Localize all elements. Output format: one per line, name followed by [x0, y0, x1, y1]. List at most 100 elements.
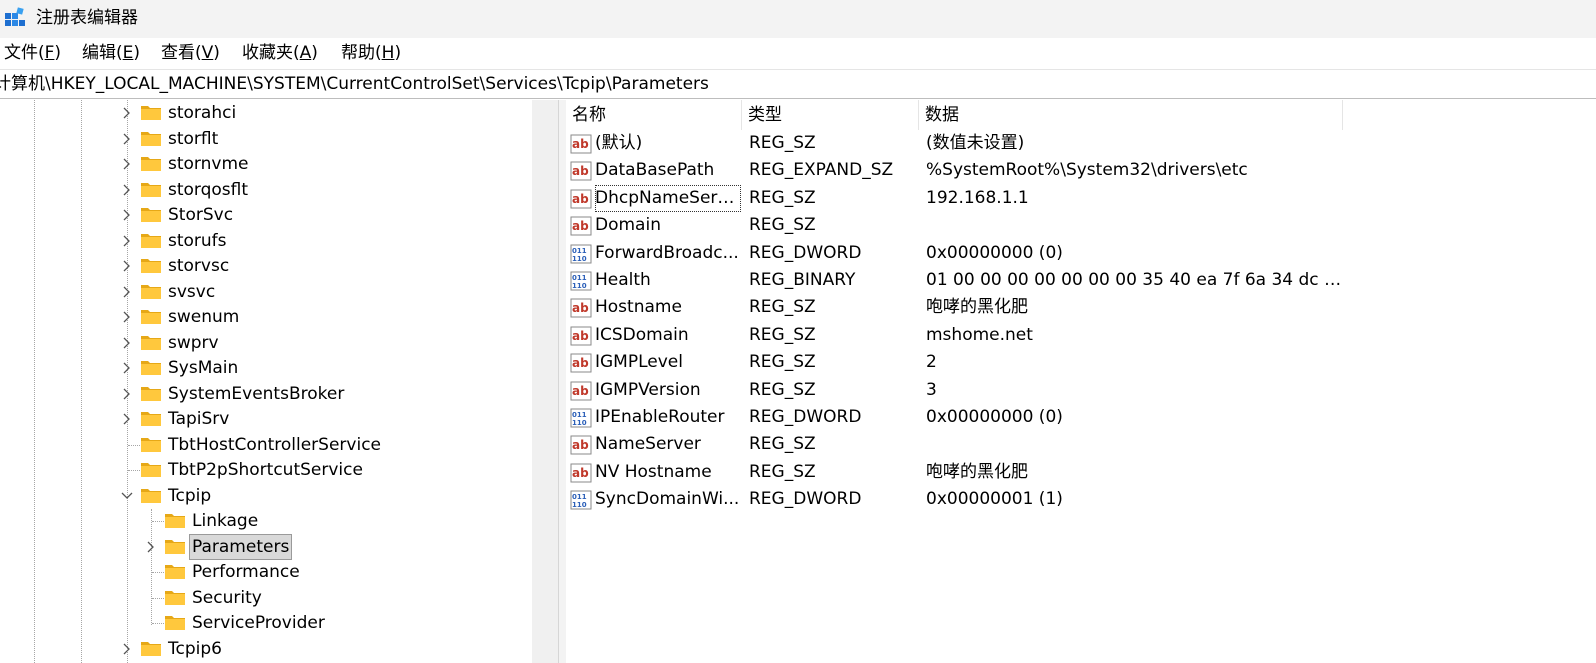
- menu-favorites[interactable]: 收藏夹(A): [242, 42, 318, 64]
- tree-item-security[interactable]: Security: [0, 586, 532, 610]
- tree-item-systemeventsbroker[interactable]: SystemEventsBroker: [0, 382, 532, 406]
- value-name[interactable]: IGMPVersion: [595, 377, 741, 404]
- chevron-right-icon[interactable]: [120, 157, 134, 171]
- value-row[interactable]: ab Hostname REG_SZ 咆哮的黑化肥: [566, 294, 1596, 321]
- tree-item-label[interactable]: SysMain: [168, 356, 238, 380]
- value-name[interactable]: IGMPLevel: [595, 349, 741, 376]
- tree-item-tcpip[interactable]: Tcpip: [0, 484, 532, 508]
- tree-item-sysmain[interactable]: SysMain: [0, 356, 532, 380]
- tree-item-label[interactable]: TapiSrv: [168, 407, 229, 431]
- value-name[interactable]: Hostname: [595, 294, 741, 321]
- column-header-data[interactable]: 数据: [919, 100, 1343, 130]
- address-path[interactable]: 计算机\HKEY_LOCAL_MACHINE\SYSTEM\CurrentCon…: [0, 72, 709, 96]
- value-row[interactable]: ab IGMPLevel REG_SZ 2: [566, 349, 1596, 376]
- tree-item-storufs[interactable]: storufs: [0, 229, 532, 253]
- value-row[interactable]: ab NameServer REG_SZ: [566, 431, 1596, 458]
- tree-item-storahci[interactable]: storahci: [0, 101, 532, 125]
- values-list[interactable]: 名称 类型 数据 ab (默认) REG_SZ (数值未设置) ab DataBasePa…: [566, 100, 1596, 663]
- value-name[interactable]: ForwardBroadc...: [595, 240, 741, 267]
- value-name[interactable]: DataBasePath: [595, 157, 741, 184]
- tree-item-serviceprovider[interactable]: ServiceProvider: [0, 611, 532, 635]
- chevron-right-icon[interactable]: [120, 106, 134, 120]
- chevron-right-icon[interactable]: [120, 234, 134, 248]
- chevron-right-icon[interactable]: [120, 412, 134, 426]
- tree-item-label[interactable]: storflt: [168, 127, 218, 151]
- menu-edit[interactable]: 编辑(E): [82, 42, 140, 64]
- address-bar[interactable]: 计算机\HKEY_LOCAL_MACHINE\SYSTEM\CurrentCon…: [0, 70, 1596, 99]
- tree-item-label[interactable]: Tcpip6: [168, 637, 222, 661]
- tree-item-storvsc[interactable]: storvsc: [0, 254, 532, 278]
- chevron-right-icon[interactable]: [120, 336, 134, 350]
- tree-item-label[interactable]: StorSvc: [168, 203, 233, 227]
- chevron-right-icon[interactable]: [144, 540, 158, 554]
- tree-item-label[interactable]: storqosflt: [168, 178, 248, 202]
- value-row[interactable]: ab IGMPVersion REG_SZ 3: [566, 377, 1596, 404]
- tree-item-label[interactable]: SystemEventsBroker: [168, 382, 344, 406]
- chevron-right-icon[interactable]: [120, 132, 134, 146]
- tree-item-label[interactable]: ServiceProvider: [192, 611, 325, 635]
- chevron-right-icon[interactable]: [120, 387, 134, 401]
- value-name[interactable]: NameServer: [595, 431, 741, 458]
- tree-item-label[interactable]: TbtP2pShortcutService: [168, 458, 363, 482]
- tree-item-label[interactable]: TbtHostControllerService: [168, 433, 381, 457]
- value-row[interactable]: ab DhcpNameServ... REG_SZ 192.168.1.1: [566, 184, 1596, 212]
- column-header-name[interactable]: 名称: [566, 100, 742, 130]
- column-header-type[interactable]: 类型: [742, 100, 919, 130]
- value-name[interactable]: NV Hostname: [595, 459, 741, 486]
- tree-item-storflt[interactable]: storflt: [0, 127, 532, 151]
- value-row[interactable]: 110 011 ForwardBroadc... REG_DWORD 0x0000000…: [566, 240, 1596, 267]
- key-tree[interactable]: storahci storflt stornvme storqosflt StorSvc…: [0, 100, 532, 663]
- tree-item-tbthostcontrollerservice[interactable]: TbtHostControllerService: [0, 433, 532, 457]
- chevron-down-icon[interactable]: [120, 489, 134, 503]
- menu-file[interactable]: 文件(F): [4, 42, 61, 64]
- tree-item-label[interactable]: Performance: [192, 560, 300, 584]
- tree-item-label[interactable]: Linkage: [192, 509, 258, 533]
- value-name[interactable]: ICSDomain: [595, 322, 741, 349]
- tree-item-swprv[interactable]: swprv: [0, 331, 532, 355]
- chevron-right-icon[interactable]: [120, 310, 134, 324]
- value-name[interactable]: SyncDomainWi...: [595, 486, 741, 513]
- chevron-right-icon[interactable]: [120, 208, 134, 222]
- value-row[interactable]: 110 011 SyncDomainWi... REG_DWORD 0x00000001…: [566, 486, 1596, 513]
- tree-item-tapisrv[interactable]: TapiSrv: [0, 407, 532, 431]
- tree-item-label[interactable]: storvsc: [168, 254, 229, 278]
- menu-help[interactable]: 帮助(H): [341, 42, 401, 64]
- tree-item-performance[interactable]: Performance: [0, 560, 532, 584]
- tree-item-label[interactable]: Parameters: [189, 533, 293, 560]
- value-name[interactable]: Health: [595, 267, 741, 294]
- tree-scrollbar[interactable]: [532, 100, 558, 663]
- tree-item-svsvc[interactable]: svsvc: [0, 280, 532, 304]
- tree-item-tbtp2pshortcutservice[interactable]: TbtP2pShortcutService: [0, 458, 532, 482]
- tree-item-label[interactable]: swenum: [168, 305, 239, 329]
- tree-item-swenum[interactable]: swenum: [0, 305, 532, 329]
- value-row[interactable]: ab NV Hostname REG_SZ 咆哮的黑化肥: [566, 459, 1596, 486]
- tree-item-stornvme[interactable]: stornvme: [0, 152, 532, 176]
- tree-item-tcpip6[interactable]: Tcpip6: [0, 637, 532, 661]
- value-name[interactable]: IPEnableRouter: [595, 404, 741, 431]
- value-name[interactable]: Domain: [595, 212, 741, 239]
- tree-item-label[interactable]: storufs: [168, 229, 227, 253]
- tree-item-linkage[interactable]: Linkage: [0, 509, 532, 533]
- tree-item-label[interactable]: swprv: [168, 331, 219, 355]
- chevron-right-icon[interactable]: [120, 183, 134, 197]
- value-row[interactable]: ab ICSDomain REG_SZ mshome.net: [566, 322, 1596, 349]
- tree-item-label[interactable]: svsvc: [168, 280, 215, 304]
- tree-item-parameters[interactable]: Parameters: [0, 533, 532, 560]
- value-row[interactable]: 110 011 Health REG_BINARY 01 00 00 00 00 00 …: [566, 267, 1596, 294]
- value-row[interactable]: ab DataBasePath REG_EXPAND_SZ %SystemRoot%\…: [566, 157, 1596, 184]
- value-name[interactable]: (默认): [595, 130, 741, 157]
- title-bar[interactable]: 注册表编辑器: [0, 0, 1596, 38]
- value-row[interactable]: ab Domain REG_SZ: [566, 212, 1596, 239]
- chevron-right-icon[interactable]: [120, 642, 134, 656]
- value-row[interactable]: ab (默认) REG_SZ (数值未设置): [566, 130, 1596, 157]
- value-name[interactable]: DhcpNameServ...: [595, 184, 741, 212]
- tree-item-storqosflt[interactable]: storqosflt: [0, 178, 532, 202]
- tree-item-label[interactable]: stornvme: [168, 152, 248, 176]
- value-row[interactable]: 110 011 IPEnableRouter REG_DWORD 0x00000000 …: [566, 404, 1596, 431]
- menu-view[interactable]: 查看(V): [161, 42, 220, 64]
- chevron-right-icon[interactable]: [120, 361, 134, 375]
- tree-item-label[interactable]: Security: [192, 586, 262, 610]
- chevron-right-icon[interactable]: [120, 259, 134, 273]
- tree-item-storsvc[interactable]: StorSvc: [0, 203, 532, 227]
- tree-item-label[interactable]: Tcpip: [168, 484, 211, 508]
